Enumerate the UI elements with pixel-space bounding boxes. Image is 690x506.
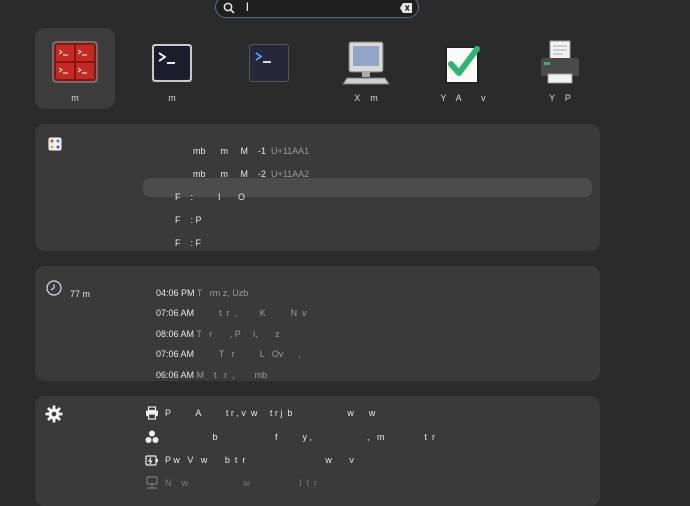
settings-result[interactable]: P w V w b t r w v <box>165 455 354 465</box>
power-settings-icon <box>145 455 158 466</box>
app-result-5[interactable]: Y A v <box>423 28 503 109</box>
network-settings-icon <box>146 476 158 489</box>
app-label: m <box>168 93 176 103</box>
printer-icon <box>541 40 579 84</box>
app-label: Y A v <box>440 93 486 103</box>
settings-result[interactable]: b f y , , m t r <box>165 432 436 442</box>
character-result[interactable]: F : F <box>165 228 201 251</box>
app-result-2[interactable]: m <box>132 28 212 109</box>
sharing-settings-icon <box>145 430 159 443</box>
console-icon <box>249 44 289 82</box>
app-label: X m <box>354 93 378 103</box>
app-result-3[interactable] <box>229 28 309 109</box>
app-label: m <box>71 93 79 103</box>
multi-terminal-icon <box>52 41 98 83</box>
printer-settings-icon <box>146 406 158 420</box>
settings-result[interactable]: P A t r , v w t r j b w w <box>165 408 375 418</box>
characters-provider: mb m M -1 U+11AA1 mb m M -2 U+11AA2 F : … <box>35 124 600 251</box>
characters-app-icon <box>48 137 62 151</box>
settings-provider: P A t r , v w t r j b w w b f y , , m t … <box>35 396 600 506</box>
app-result-1[interactable]: m <box>35 28 115 109</box>
terminal-icon <box>152 44 192 82</box>
clocks-provider: 77 m 04:06 PM T rm z, Uzb 07:06 AM t r ,… <box>35 266 600 381</box>
app-result-4[interactable]: X m <box>326 28 406 109</box>
app-label: Y P <box>549 93 571 103</box>
clock-result[interactable]: 06:06 AM M t r , mb <box>146 360 267 381</box>
clock-icon <box>46 280 62 296</box>
computer-monitor-icon <box>342 41 390 85</box>
settings-result[interactable]: N w w l t r <box>165 478 317 488</box>
search-icon <box>223 2 235 14</box>
gear-icon <box>45 405 63 423</box>
search-bar[interactable] <box>215 0 419 18</box>
checkmark-icon <box>445 46 480 84</box>
search-input[interactable] <box>246 0 396 15</box>
clock-provider-label: 77 m <box>70 289 91 299</box>
clear-search-icon[interactable] <box>400 3 412 13</box>
app-result-6[interactable]: Y P <box>520 28 600 109</box>
